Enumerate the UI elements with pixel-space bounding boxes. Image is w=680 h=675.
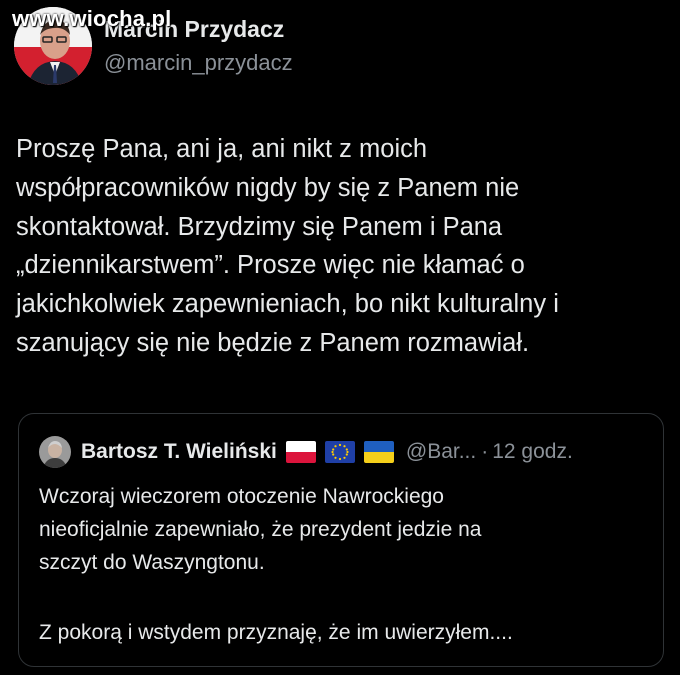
quoted-author-avatar[interactable]: [39, 436, 71, 468]
profile-photo-icon: [39, 436, 71, 468]
flag-poland-icon: [285, 441, 316, 463]
quoted-author-display-name[interactable]: Bartosz T. Wieliński: [81, 440, 277, 464]
quoted-separator-dot: ·: [481, 440, 489, 463]
tweet-body-text: Proszę Pana, ani ja, ani nikt z moich ws…: [16, 135, 559, 357]
site-watermark: www.wiocha.pl: [12, 6, 172, 31]
quoted-tweet-card[interactable]: Bartosz T. Wieliński @Bar... · 12 godz. …: [18, 413, 664, 667]
author-handle[interactable]: @marcin_przydacz: [104, 48, 293, 78]
flag-ukraine-icon: [363, 441, 394, 463]
quoted-tweet-header: Bartosz T. Wieliński @Bar... · 12 godz.: [39, 436, 573, 468]
quoted-tweet-text-paragraph-1: Wczoraj wieczorem otoczenie Nawrockiego …: [39, 485, 482, 574]
flag-eu-icon: [324, 441, 355, 463]
quoted-timestamp[interactable]: 12 godz.: [492, 440, 573, 464]
quoted-author-handle[interactable]: @Bar...: [406, 440, 476, 464]
quoted-tweet-text-paragraph-2: Z pokorą i wstydem przyznaję, że im uwie…: [39, 621, 513, 644]
